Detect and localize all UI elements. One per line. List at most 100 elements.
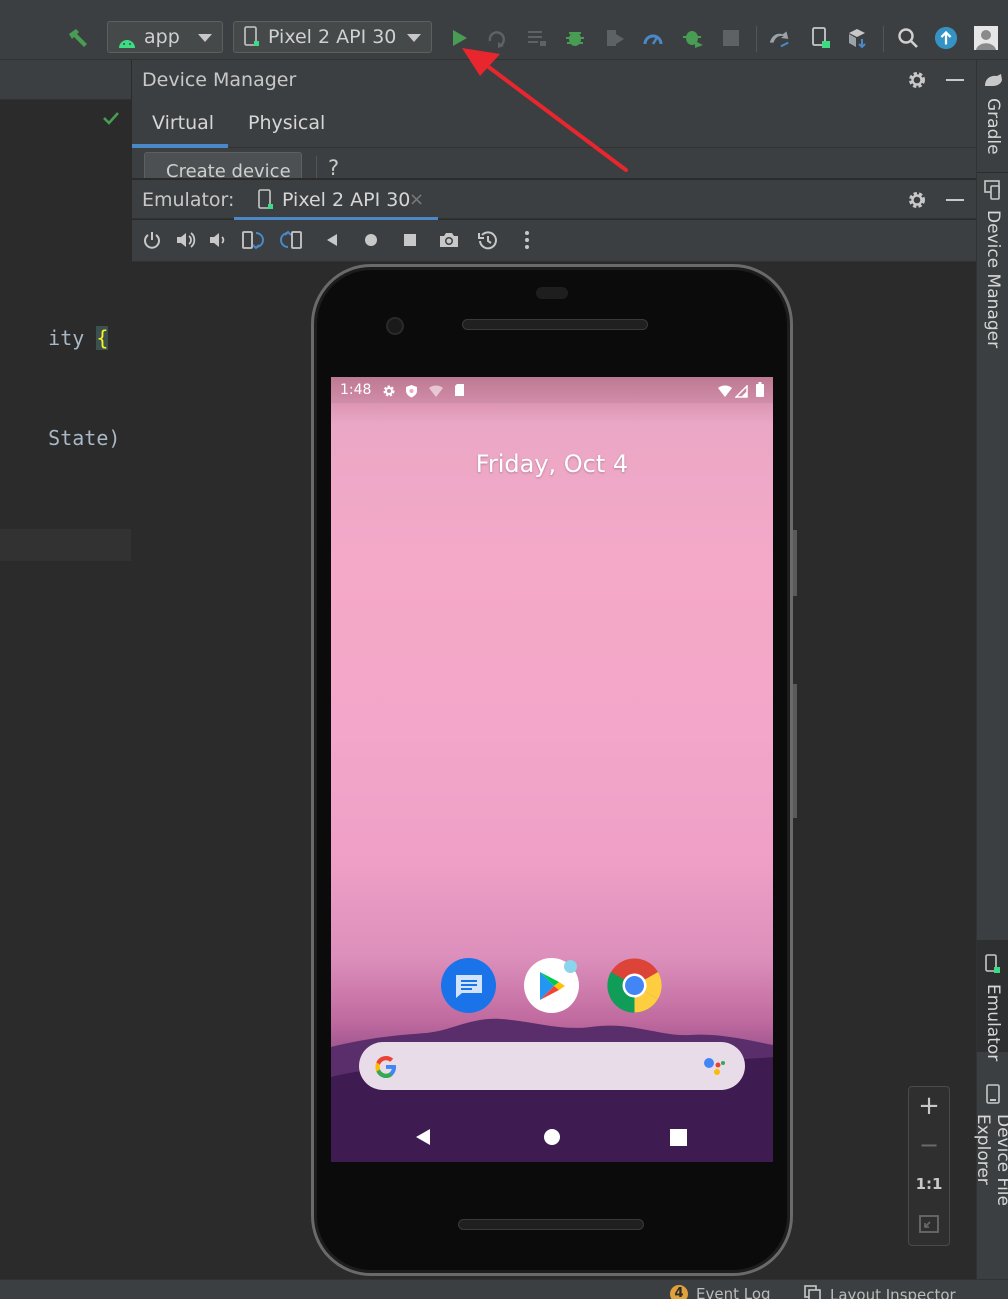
layout-inspector-icon xyxy=(804,1285,822,1299)
sd-card-status-icon xyxy=(454,382,465,401)
home-circle-icon[interactable] xyxy=(359,228,383,252)
rotate-right-icon[interactable] xyxy=(280,228,304,252)
event-log-badge: 4 xyxy=(670,1285,688,1299)
battery-status-icon xyxy=(756,382,764,401)
status-bar: 4 Event Log Layout Inspector xyxy=(0,1279,1008,1299)
nav-overview-button[interactable] xyxy=(670,1129,687,1150)
gear-icon[interactable] xyxy=(906,189,928,215)
google-g-icon xyxy=(373,1054,399,1084)
zoom-actual-size-button[interactable]: 1:1 xyxy=(909,1175,949,1193)
device-manager-toolbar-icon[interactable] xyxy=(808,26,832,50)
snapshot-restore-icon[interactable] xyxy=(476,228,500,252)
code-line: State) { xyxy=(0,402,145,474)
speaker-grille-top xyxy=(462,319,648,330)
nav-back-button[interactable] xyxy=(414,1128,432,1150)
sidebar-item-device-manager[interactable]: Device Manager xyxy=(977,180,1008,350)
more-options-icon[interactable] xyxy=(515,228,539,252)
volume-up-icon[interactable] xyxy=(174,228,198,252)
run-config-selector[interactable]: app xyxy=(107,21,223,53)
lockscreen-date: Friday, Oct 4 xyxy=(475,450,629,478)
emulator-toolbar xyxy=(132,220,976,262)
sidebar-item-label: Device Manager xyxy=(983,210,1003,349)
create-device-button[interactable]: Create device xyxy=(144,152,302,178)
emulator-device-icon xyxy=(985,954,1001,978)
zoom-controls: + − 1:1 xyxy=(908,1086,950,1246)
tab-physical[interactable]: Physical xyxy=(248,112,325,134)
sidebar-item-device-file-explorer[interactable]: Device File Explorer xyxy=(973,1084,1008,1274)
phone-screen[interactable]: 1:48 Friday, Oct 4 xyxy=(331,377,773,1162)
editor-header-strip xyxy=(0,60,131,100)
screenshot-camera-icon[interactable] xyxy=(437,228,461,252)
code-editor[interactable]: ity { State) { xyxy=(0,60,145,1279)
power-side-button xyxy=(793,530,797,596)
top-edge-strip xyxy=(0,0,1008,6)
device-selector-label: Pixel 2 API 30 xyxy=(268,26,397,48)
profiler-gauge-icon[interactable] xyxy=(641,26,665,50)
sdk-manager-icon[interactable] xyxy=(846,26,870,50)
close-tab-icon[interactable]: × xyxy=(409,189,424,210)
search-icon[interactable] xyxy=(896,26,920,50)
event-log-button[interactable]: 4 Event Log xyxy=(670,1285,771,1299)
earpiece-top xyxy=(536,287,568,299)
minimize-icon[interactable] xyxy=(946,199,964,201)
rotate-left-icon[interactable] xyxy=(240,228,264,252)
toolbar-divider xyxy=(316,156,317,178)
layout-inspector-label: Layout Inspector xyxy=(830,1286,956,1299)
account-avatar-icon[interactable] xyxy=(974,26,998,50)
notification-dot xyxy=(564,960,577,973)
wifi-off-status-icon xyxy=(428,383,444,402)
right-tool-window-bar: Gradle Device Manager Emulator Device Fi… xyxy=(973,60,1008,1279)
emulator-device-tab[interactable]: Pixel 2 API 30 × xyxy=(234,180,438,220)
sync-gradle-icon[interactable] xyxy=(768,26,792,50)
settings-status-icon xyxy=(382,383,396,402)
attach-debugger-icon[interactable] xyxy=(681,26,705,50)
device-file-explorer-icon xyxy=(986,1084,1000,1108)
chrome-app-icon[interactable] xyxy=(607,958,662,1013)
create-device-label: Create device xyxy=(166,161,291,178)
tab-virtual[interactable]: Virtual xyxy=(152,112,214,134)
nav-home-button[interactable] xyxy=(543,1128,561,1150)
emulator-header: Emulator: Pixel 2 API 30 × xyxy=(132,179,976,220)
messages-app-icon[interactable] xyxy=(441,958,496,1013)
power-icon[interactable] xyxy=(140,228,164,252)
device-selector[interactable]: Pixel 2 API 30 xyxy=(233,21,432,53)
phone-device-icon xyxy=(244,26,260,48)
minimize-icon[interactable] xyxy=(946,79,964,81)
shield-status-icon xyxy=(405,383,418,402)
update-available-icon[interactable] xyxy=(934,26,958,50)
overview-square-icon[interactable] xyxy=(398,228,422,252)
build-hammer-icon[interactable] xyxy=(66,26,90,50)
code-line: ity { xyxy=(0,302,109,374)
back-triangle-icon[interactable] xyxy=(320,228,344,252)
annotation-arrow xyxy=(462,48,628,172)
sidebar-item-gradle[interactable]: Gradle xyxy=(977,72,1008,156)
google-assistant-icon[interactable] xyxy=(703,1056,727,1080)
toolbar-divider xyxy=(883,26,884,52)
sidebar-item-label: Gradle xyxy=(983,98,1003,155)
toolbar-divider xyxy=(756,26,757,52)
front-camera xyxy=(386,317,404,335)
layout-inspector-button[interactable]: Layout Inspector xyxy=(804,1285,956,1299)
zoom-fit-icon[interactable] xyxy=(919,1215,939,1237)
gear-icon[interactable] xyxy=(906,69,928,95)
volume-down-icon[interactable] xyxy=(206,228,230,252)
android-icon xyxy=(118,31,136,48)
zoom-out-button[interactable]: − xyxy=(909,1131,949,1159)
emulator-label: Emulator: xyxy=(142,189,235,211)
help-icon[interactable]: ? xyxy=(328,156,339,178)
google-search-bar[interactable] xyxy=(359,1042,745,1090)
code-brace-highlight: { xyxy=(96,326,109,350)
status-time: 1:48 xyxy=(340,382,372,398)
zoom-in-button[interactable]: + xyxy=(909,1091,949,1121)
signal-status-icon xyxy=(734,383,748,402)
code-text: ity xyxy=(48,326,97,350)
wifi-status-icon xyxy=(717,383,733,402)
stop-icon[interactable] xyxy=(719,26,743,50)
sidebar-item-emulator[interactable]: Emulator xyxy=(977,954,1008,1061)
sidebar-item-divider xyxy=(977,172,1008,173)
event-log-label: Event Log xyxy=(696,1285,771,1299)
volume-side-button xyxy=(793,684,797,818)
code-text: State) { xyxy=(48,426,145,450)
phone-device-icon xyxy=(258,189,274,215)
status-bar xyxy=(331,377,773,403)
